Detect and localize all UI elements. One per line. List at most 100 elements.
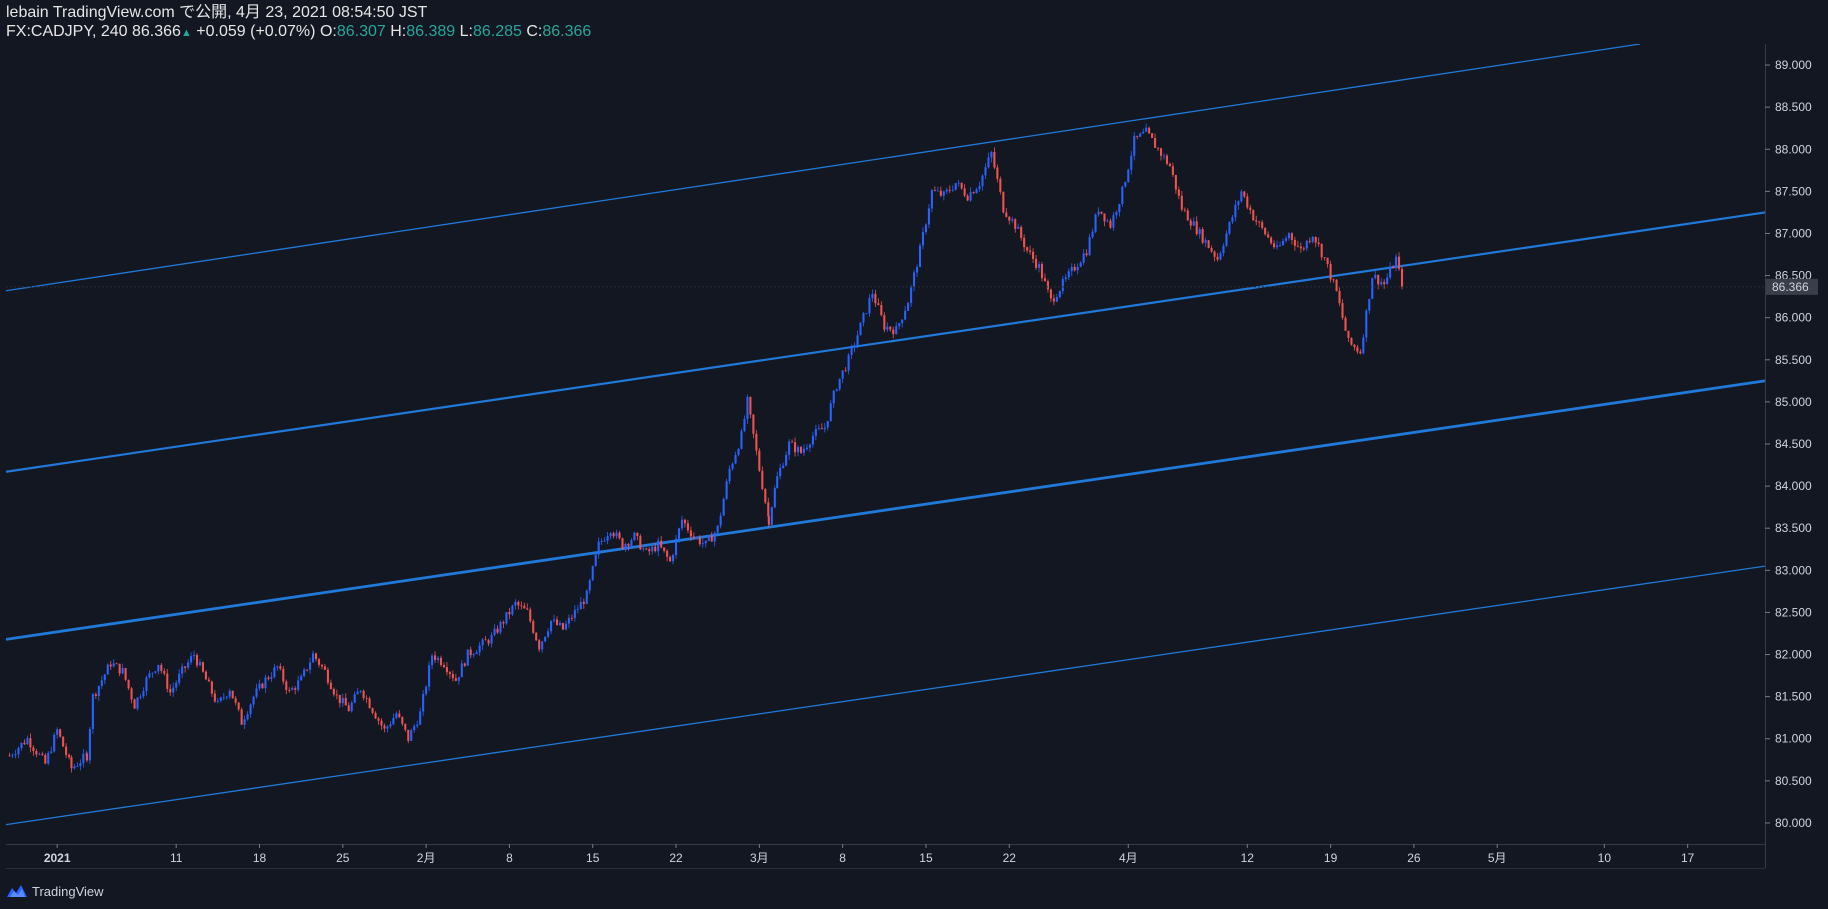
candle xyxy=(743,415,746,433)
price-axis[interactable]: 80.000 80.500 81.000 81.500 82.000 82.500 83.0… xyxy=(1765,58,1818,830)
candle xyxy=(880,301,883,317)
candle xyxy=(588,578,591,595)
candle xyxy=(219,696,222,703)
candle xyxy=(190,652,193,665)
candle xyxy=(701,538,704,548)
candle xyxy=(805,443,808,451)
candle xyxy=(924,223,928,235)
candle xyxy=(157,664,160,675)
candle xyxy=(847,353,850,375)
candle xyxy=(1276,240,1279,250)
x-tick-label: 26 xyxy=(1407,851,1421,865)
channel-line-upper[interactable] xyxy=(6,44,1641,292)
candle xyxy=(1383,279,1386,289)
candle xyxy=(97,685,100,702)
x-tick-label: 18 xyxy=(253,851,267,865)
candle xyxy=(439,655,443,667)
candle xyxy=(389,721,392,729)
candle xyxy=(544,636,547,643)
candle xyxy=(41,751,44,757)
candle xyxy=(73,764,76,770)
time-axis[interactable]: 2021 11 18 25 2月 8 15 22 3月 8 15 22 4月 12 19 26 5月 10 17 xyxy=(44,844,1695,865)
x-tick-label: 25 xyxy=(336,851,350,865)
candle xyxy=(32,745,35,756)
candle xyxy=(722,497,725,516)
y-tick-label: 84.000 xyxy=(1775,479,1812,493)
candle xyxy=(276,665,279,671)
candle xyxy=(526,603,529,611)
candle xyxy=(1329,260,1332,283)
candle xyxy=(454,673,457,682)
channel-line-mid-lower[interactable] xyxy=(6,379,1765,641)
candle xyxy=(17,746,20,759)
candle xyxy=(154,671,157,674)
candle xyxy=(570,614,573,622)
candle xyxy=(398,710,401,718)
candle xyxy=(1127,168,1130,183)
candle xyxy=(674,534,678,559)
y-tick-label: 82.000 xyxy=(1775,648,1812,662)
candle xyxy=(1085,249,1088,257)
candle xyxy=(380,718,383,730)
candle xyxy=(921,227,925,250)
price-chart[interactable]: 80.000 80.500 81.000 81.500 82.000 82.500 83.0… xyxy=(0,0,1828,909)
candle xyxy=(76,762,79,767)
candle xyxy=(585,589,588,605)
candle xyxy=(222,692,225,701)
candle xyxy=(1136,135,1139,140)
candle xyxy=(472,652,475,658)
candle xyxy=(172,682,175,697)
candle xyxy=(300,673,303,681)
candle xyxy=(481,637,484,650)
candle xyxy=(553,614,556,623)
candle xyxy=(633,531,636,541)
candle xyxy=(484,635,487,641)
candle xyxy=(740,428,743,450)
candle xyxy=(151,672,154,678)
candle xyxy=(621,537,624,550)
candle xyxy=(1216,253,1219,262)
y-tick-label: 88.500 xyxy=(1775,100,1812,114)
candle xyxy=(1267,231,1270,239)
candle xyxy=(579,596,582,610)
candle xyxy=(82,749,85,768)
x-tick-label: 3月 xyxy=(750,851,769,865)
candle xyxy=(502,620,505,629)
candle xyxy=(731,462,734,471)
candle xyxy=(648,547,651,556)
candle xyxy=(576,604,579,614)
candle xyxy=(70,755,73,773)
candle xyxy=(728,465,731,485)
candle xyxy=(838,378,841,392)
candle xyxy=(255,683,258,699)
candle xyxy=(1320,243,1323,261)
footer: TradingView xyxy=(6,881,104,901)
candle xyxy=(198,658,202,667)
candle xyxy=(603,537,606,542)
candle xyxy=(1368,298,1371,315)
candle xyxy=(892,326,895,339)
candle xyxy=(785,451,788,467)
candle xyxy=(1219,251,1222,261)
candle xyxy=(963,184,966,198)
candle xyxy=(359,690,362,694)
candle xyxy=(1365,308,1368,343)
candle xyxy=(716,525,719,535)
candle xyxy=(428,661,431,692)
candle xyxy=(416,720,419,729)
x-tick-label: 4月 xyxy=(1119,851,1138,865)
candle xyxy=(913,269,916,292)
candle xyxy=(782,462,785,469)
candle xyxy=(258,679,261,691)
candle xyxy=(368,696,371,709)
channel-line-lower[interactable] xyxy=(6,565,1765,826)
candle xyxy=(820,423,823,430)
candle xyxy=(1264,227,1267,236)
x-tick-label: 8 xyxy=(839,851,846,865)
candle xyxy=(1371,277,1374,300)
y-tick-label: 87.500 xyxy=(1775,184,1812,198)
candle xyxy=(288,687,291,693)
candle xyxy=(362,689,365,701)
candle xyxy=(1231,214,1234,224)
candle xyxy=(1302,246,1305,252)
